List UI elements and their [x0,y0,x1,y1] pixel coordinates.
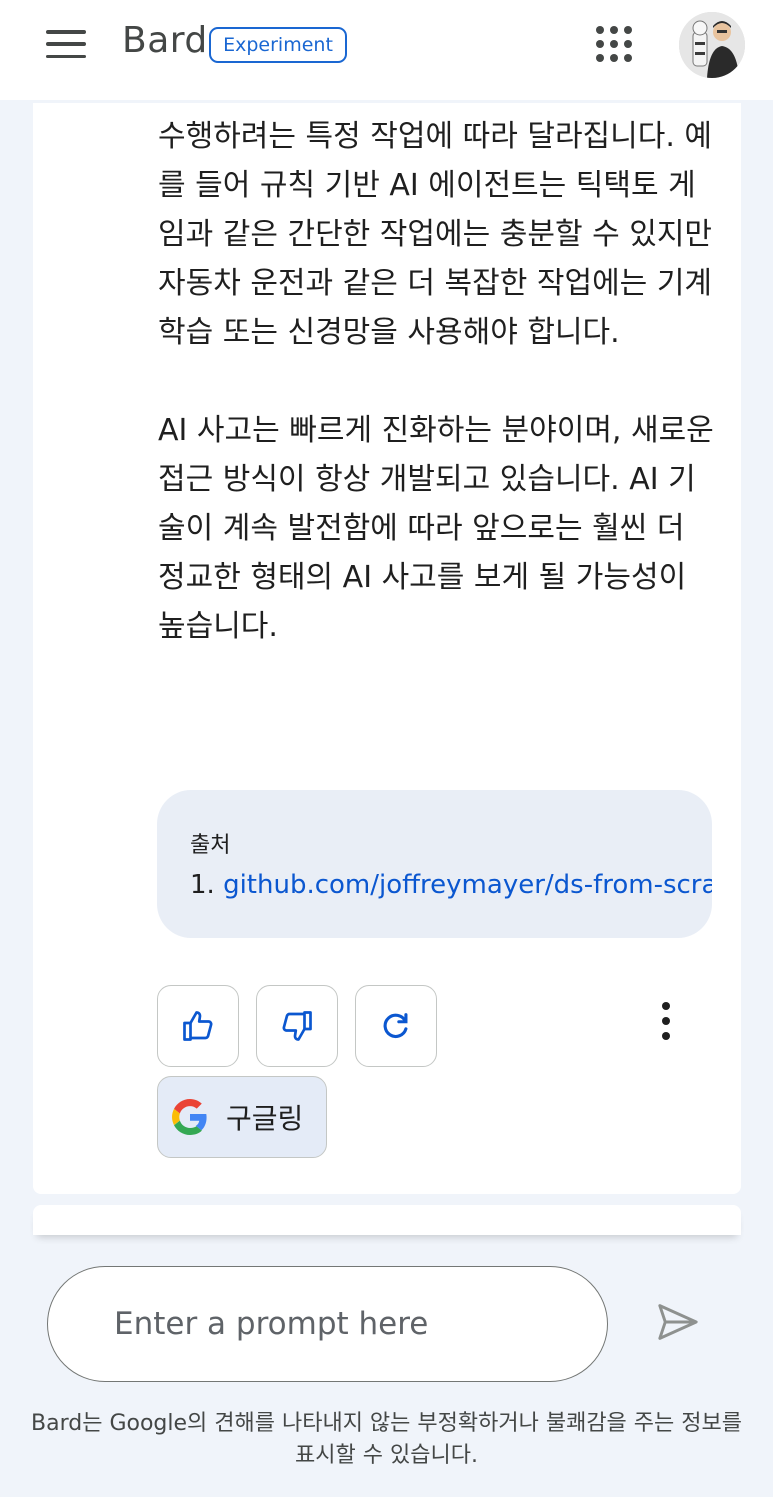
sources-panel: 출처 1. github.com/joffreymayer/ds-from-sc… [157,790,712,938]
response-paragraph: 수행하려는 특정 작업에 따라 달라집니다. 예를 들어 규칙 기반 AI 에이… [158,119,713,350]
regenerate-button[interactable] [355,985,437,1067]
google-it-button[interactable]: 구글링 [157,1076,327,1158]
thumbs-up-button[interactable] [157,985,239,1067]
thumbs-down-button[interactable] [256,985,338,1067]
source-link[interactable]: github.com/joffreymayer/ds-from-scra [223,870,712,900]
send-icon [658,1304,698,1340]
source-item[interactable]: 1. github.com/joffreymayer/ds-from-scra [190,870,712,900]
response-paragraph: AI 사고는 빠르게 진화하는 분야이며, 새로운 접근 방식이 항상 개발되고… [158,413,714,644]
response-text: 수행하려는 특정 작업에 따라 달라집니다. 예를 들어 규칙 기반 AI 에이… [158,112,718,700]
more-vert-icon[interactable] [646,995,686,1047]
thumbs-up-icon [183,1011,213,1041]
source-number: 1. [190,870,215,900]
next-card-edge [33,1205,741,1235]
send-button[interactable] [652,1298,704,1346]
user-avatar[interactable] [679,12,745,78]
apps-grid-icon[interactable] [594,26,634,62]
sources-title: 출처 [190,833,231,858]
experiment-badge: Experiment [209,27,347,63]
refresh-icon [383,1013,408,1039]
google-g-icon [172,1099,207,1135]
prompt-box[interactable] [47,1266,608,1382]
google-it-label: 구글링 [226,1102,304,1135]
top-app-bar: Bard Experiment [0,0,773,100]
prompt-input[interactable] [114,1306,574,1342]
brand-title: Bard [122,20,208,61]
hamburger-menu-icon[interactable] [40,26,92,62]
disclaimer-text: Bard는 Google의 견해를 나타내지 않는 부정확하거나 불쾌감을 주는… [31,1411,742,1468]
thumbs-down-icon [282,1011,312,1041]
